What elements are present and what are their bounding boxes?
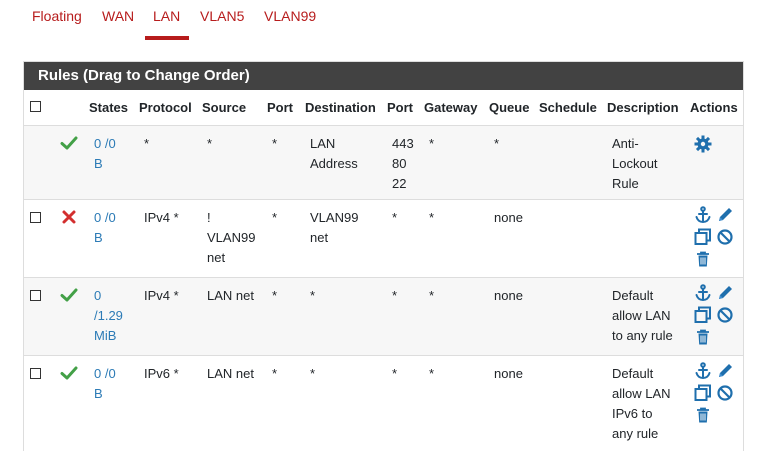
copy-icon[interactable] — [694, 384, 712, 402]
rule-select-checkbox[interactable] — [30, 212, 41, 223]
rule-gateway: * — [429, 136, 435, 151]
rule-select-checkbox[interactable] — [30, 290, 41, 301]
rule-states[interactable]: 0 /0 B — [94, 134, 116, 174]
rule-states[interactable]: 0 /0 B — [94, 364, 116, 404]
rule-source: LAN net — [207, 288, 254, 303]
col-actions: Actions — [690, 100, 738, 115]
rule-source: * — [207, 136, 213, 151]
ban-icon[interactable] — [716, 306, 734, 324]
rule-destination: * — [310, 288, 316, 303]
rule-dest-port: * — [392, 288, 398, 303]
trash-icon[interactable] — [694, 328, 712, 346]
pencil-icon[interactable] — [716, 362, 734, 380]
rule-dest-port: * — [392, 210, 398, 225]
rule-description: Default allow LAN to any rule — [612, 288, 673, 343]
trash-icon[interactable] — [694, 250, 712, 268]
rule-queue: none — [494, 288, 523, 303]
copy-icon[interactable] — [694, 306, 712, 324]
check-icon — [60, 366, 78, 380]
rule-gateway: * — [429, 288, 435, 303]
x-icon — [62, 210, 76, 224]
col-dest-port: Port — [387, 100, 413, 115]
col-states: States — [89, 100, 129, 115]
select-all-checkbox[interactable] — [30, 101, 41, 112]
copy-icon[interactable] — [694, 228, 712, 246]
ban-icon[interactable] — [716, 384, 734, 402]
active-tab-indicator — [145, 36, 189, 40]
rule-port: * — [272, 288, 278, 303]
gear-icon[interactable] — [694, 135, 712, 153]
rules-panel: Rules (Drag to Change Order) States Prot… — [23, 61, 744, 451]
rule-description: Default allow LAN IPv6 to any rule — [612, 366, 671, 441]
panel-title: Rules (Drag to Change Order) — [38, 67, 250, 84]
col-description: Description — [607, 100, 679, 115]
col-schedule: Schedule — [539, 100, 597, 115]
rule-destination: LAN Address — [310, 136, 358, 171]
rule-source: ! VLAN99 net — [207, 210, 256, 265]
tab-floating[interactable]: Floating — [32, 8, 82, 24]
rule-dest-port: * — [392, 366, 398, 381]
rule-gateway: * — [429, 210, 435, 225]
panel-header: Rules (Drag to Change Order) — [24, 62, 743, 90]
check-icon — [60, 136, 78, 150]
anchor-icon[interactable] — [694, 284, 712, 302]
col-queue: Queue — [489, 100, 530, 115]
rule-source: LAN net — [207, 366, 254, 381]
rule-queue: * — [494, 136, 500, 151]
rule-port: * — [272, 210, 278, 225]
rule-row-block-vlan99[interactable]: 0 /0 B IPv4 * ! VLAN99 net * VLAN99 net … — [24, 200, 743, 278]
rule-states[interactable]: 0 /0 B — [94, 208, 116, 248]
rule-port: * — [272, 136, 278, 151]
anchor-icon[interactable] — [694, 206, 712, 224]
rule-dest-port: 443 80 22 — [392, 136, 414, 191]
check-icon — [60, 288, 78, 302]
tab-lan[interactable]: LAN — [153, 8, 180, 24]
rule-queue: none — [494, 366, 523, 381]
tab-wan[interactable]: WAN — [102, 8, 134, 24]
rule-select-checkbox[interactable] — [30, 368, 41, 379]
interface-tabs: Floating WAN LAN VLAN5 VLAN99 — [0, 0, 761, 42]
rule-gateway: * — [429, 366, 435, 381]
col-port: Port — [267, 100, 293, 115]
rule-destination: VLAN99 net — [310, 210, 359, 245]
rule-states[interactable]: 0 /1.29 MiB — [94, 286, 123, 346]
col-gateway: Gateway — [424, 100, 478, 115]
pencil-icon[interactable] — [716, 284, 734, 302]
ban-icon[interactable] — [716, 228, 734, 246]
rule-protocol: * — [144, 136, 150, 151]
col-protocol: Protocol — [139, 100, 192, 115]
pencil-icon[interactable] — [716, 206, 734, 224]
rule-row-default-allow-lan-ipv6[interactable]: 0 /0 B IPv6 * LAN net * * * * none Defau… — [24, 356, 743, 451]
rule-port: * — [272, 366, 278, 381]
col-destination: Destination — [305, 100, 376, 115]
rule-destination: * — [310, 366, 316, 381]
rule-queue: none — [494, 210, 523, 225]
rule-protocol: IPv4 * — [144, 288, 179, 303]
tab-vlan99[interactable]: VLAN99 — [264, 8, 316, 24]
tab-vlan5[interactable]: VLAN5 — [200, 8, 244, 24]
rule-protocol: IPv4 * — [144, 210, 179, 225]
rule-row-anti-lockout[interactable]: 0 /0 B * * * LAN Address 443 80 22 * * A… — [24, 126, 743, 200]
col-source: Source — [202, 100, 247, 115]
rule-protocol: IPv6 * — [144, 366, 179, 381]
anchor-icon[interactable] — [694, 362, 712, 380]
rule-row-default-allow-lan[interactable]: 0 /1.29 MiB IPv4 * LAN net * * * * none … — [24, 278, 743, 356]
trash-icon[interactable] — [694, 406, 712, 424]
rule-description: Anti- Lockout Rule — [612, 136, 658, 191]
